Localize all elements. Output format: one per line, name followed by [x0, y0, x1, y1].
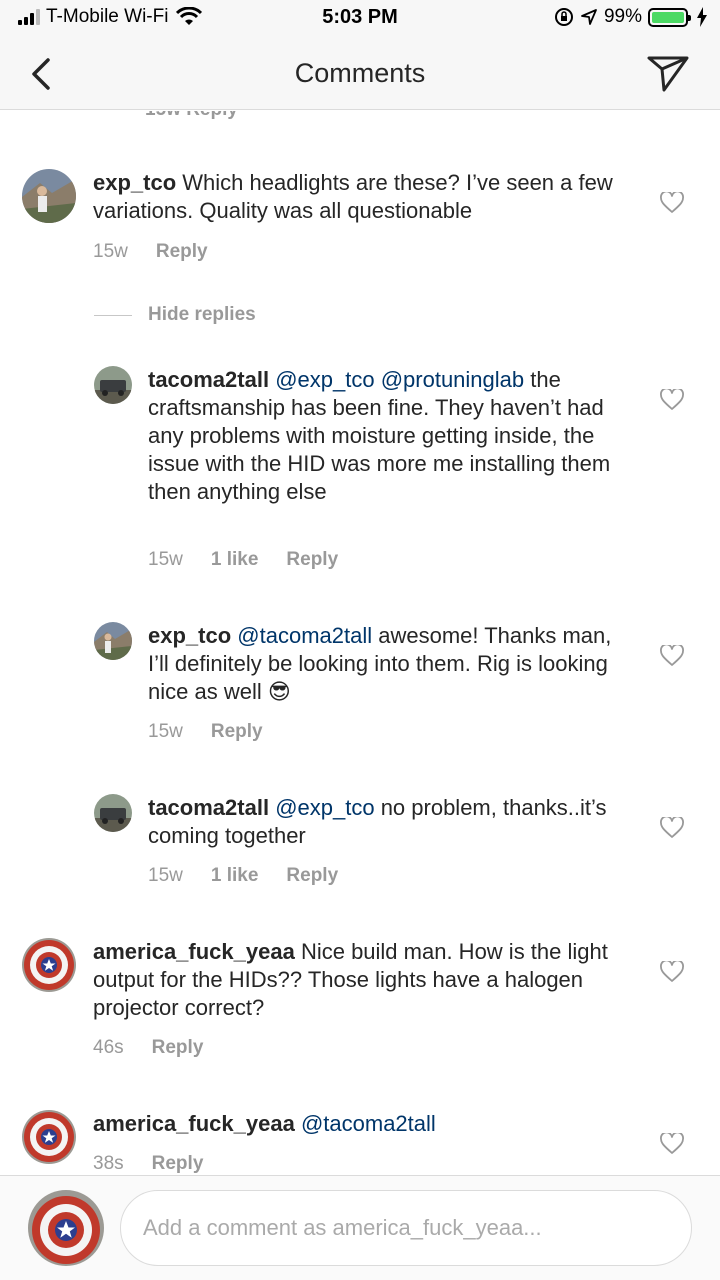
- likes-count[interactable]: 1 like: [211, 549, 259, 571]
- avatar[interactable]: [22, 938, 76, 992]
- battery-fill: [652, 11, 684, 23]
- comment-body: tacoma2tall @exp_tco @protuninglab the c…: [148, 366, 628, 506]
- comment-username[interactable]: tacoma2tall: [148, 367, 269, 392]
- compose-bar: [0, 1175, 720, 1280]
- avatar[interactable]: [94, 622, 132, 660]
- comment-time: 15w: [148, 721, 183, 742]
- sunglasses-emoji: 😎: [267, 679, 291, 704]
- heart-icon[interactable]: [660, 817, 684, 839]
- mention-link[interactable]: @exp_tco: [275, 795, 374, 820]
- location-arrow-icon: [581, 9, 597, 25]
- nav-bar: Comments: [0, 40, 720, 110]
- comment-username[interactable]: tacoma2tall: [148, 795, 269, 820]
- comment-body: america_fuck_yeaa @tacoma2tall: [93, 1110, 633, 1138]
- avatar-image: [22, 169, 76, 223]
- avatar-image: [22, 1110, 76, 1164]
- reply-button[interactable]: Reply: [286, 865, 338, 887]
- reply-button[interactable]: Reply: [211, 721, 263, 743]
- heart-icon[interactable]: [660, 192, 684, 214]
- comment-time: 46s: [93, 1037, 124, 1058]
- hide-replies-label: Hide replies: [148, 304, 256, 325]
- comment-body: tacoma2tall @exp_tco no problem, thanks.…: [148, 794, 628, 850]
- charging-bolt-icon: [697, 7, 707, 27]
- comment-input[interactable]: [120, 1190, 692, 1266]
- avatar-image: [94, 622, 132, 660]
- avatar[interactable]: [22, 169, 76, 223]
- direct-send-icon[interactable]: [646, 54, 690, 94]
- likes-count[interactable]: 1 like: [211, 865, 259, 887]
- status-right: 99%: [554, 6, 708, 28]
- avatar-image: [94, 794, 132, 832]
- comment-meta: 15w Reply: [93, 241, 208, 263]
- hide-replies-button[interactable]: Hide replies: [94, 304, 256, 326]
- comment-username[interactable]: america_fuck_yeaa: [93, 939, 295, 964]
- heart-icon[interactable]: [660, 389, 684, 411]
- comment-time: 38s: [93, 1153, 124, 1174]
- avatar-image: [22, 938, 76, 992]
- mention-link[interactable]: @protuninglab: [381, 367, 524, 392]
- rotation-lock-icon: [554, 8, 573, 26]
- comment-username[interactable]: exp_tco: [93, 170, 176, 195]
- comment-time: 15w: [93, 241, 128, 262]
- comment-meta: 15w Reply: [148, 721, 263, 743]
- reply-button[interactable]: Reply: [152, 1037, 204, 1059]
- heart-icon[interactable]: [660, 1133, 684, 1155]
- comment-body: exp_tco @tacoma2tall awesome! Thanks man…: [148, 622, 628, 706]
- reply-button[interactable]: Reply: [156, 241, 208, 263]
- partial-comment-meta: 15w Reply: [145, 111, 238, 121]
- divider: [94, 314, 132, 316]
- comment-time: 15w: [148, 865, 183, 886]
- mention-link[interactable]: @tacoma2tall: [237, 623, 372, 648]
- comment-meta: 15w 1 like Reply: [148, 865, 338, 887]
- comment-username[interactable]: exp_tco: [148, 623, 231, 648]
- comment-meta: 46s Reply: [93, 1037, 203, 1059]
- comment-body: exp_tco Which headlights are these? I’ve…: [93, 169, 633, 225]
- avatar[interactable]: [22, 1110, 76, 1164]
- reply-button[interactable]: Reply: [286, 549, 338, 571]
- current-user-avatar: [28, 1190, 104, 1266]
- page-title: Comments: [294, 58, 426, 88]
- avatar-image: [28, 1190, 104, 1266]
- heart-icon[interactable]: [660, 961, 684, 983]
- avatar[interactable]: [94, 794, 132, 832]
- battery-icon: [648, 7, 691, 27]
- reply-button[interactable]: Reply: [152, 1153, 204, 1175]
- battery-percent: 99%: [603, 6, 642, 27]
- comment-username[interactable]: america_fuck_yeaa: [93, 1111, 295, 1136]
- avatar-image: [94, 366, 132, 404]
- heart-icon[interactable]: [660, 645, 684, 667]
- comment-time: 15w: [148, 549, 183, 570]
- status-bar: T-Mobile Wi-Fi 5:03 PM 99%: [0, 0, 720, 40]
- mention-link[interactable]: @exp_tco: [275, 367, 374, 392]
- comment-meta: 15w 1 like Reply: [148, 549, 338, 571]
- mention-link[interactable]: @tacoma2tall: [301, 1111, 436, 1136]
- comment-meta: 38s Reply: [93, 1153, 203, 1175]
- comment-list[interactable]: 15w Reply exp_tco Which headlights are t…: [0, 111, 720, 1175]
- avatar[interactable]: [94, 366, 132, 404]
- comment-body: america_fuck_yeaa Nice build man. How is…: [93, 938, 633, 1022]
